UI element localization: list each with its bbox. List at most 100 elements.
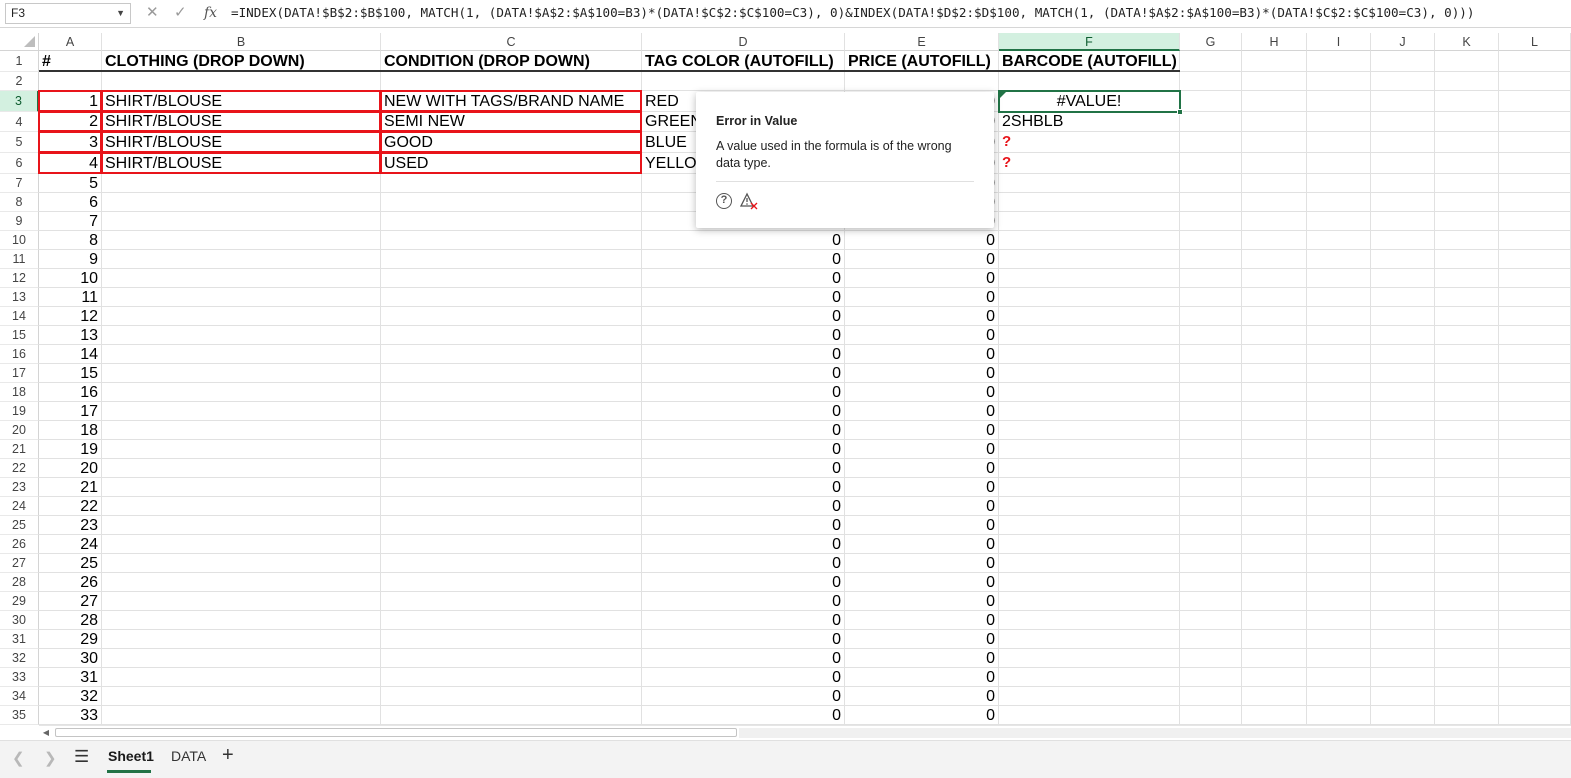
cell[interactable]	[1499, 231, 1571, 250]
price-cell[interactable]: 0	[845, 364, 999, 383]
cell[interactable]	[1435, 421, 1499, 440]
cell[interactable]	[1499, 212, 1571, 231]
cell[interactable]	[1435, 153, 1499, 174]
tag-color-cell[interactable]: 0	[642, 269, 845, 288]
cell[interactable]	[1371, 250, 1435, 269]
cell[interactable]	[102, 687, 381, 706]
cell[interactable]	[1499, 554, 1571, 573]
row-header[interactable]: 11	[0, 250, 39, 269]
cell[interactable]	[381, 497, 642, 516]
price-cell[interactable]: 0	[845, 630, 999, 649]
row-number-cell[interactable]: 22	[39, 497, 102, 516]
row-number-cell[interactable]: 28	[39, 611, 102, 630]
clothing-cell[interactable]: SHIRT/BLOUSE	[102, 91, 381, 112]
cell[interactable]	[381, 174, 642, 193]
cell[interactable]	[1371, 402, 1435, 421]
cell[interactable]	[1499, 535, 1571, 554]
clothing-cell[interactable]: SHIRT/BLOUSE	[102, 153, 381, 174]
cell[interactable]	[1371, 668, 1435, 687]
cell[interactable]	[1242, 326, 1307, 345]
cell[interactable]	[1242, 402, 1307, 421]
row-number-cell[interactable]: 24	[39, 535, 102, 554]
cell[interactable]	[1371, 72, 1435, 91]
cell[interactable]	[1180, 174, 1242, 193]
cell[interactable]	[1435, 440, 1499, 459]
cell[interactable]	[1435, 383, 1499, 402]
column-header-j[interactable]: J	[1371, 33, 1435, 51]
cell[interactable]	[1435, 630, 1499, 649]
row-header[interactable]: 26	[0, 535, 39, 554]
cell[interactable]	[1242, 611, 1307, 630]
price-cell[interactable]: 0	[845, 706, 999, 725]
close-icon[interactable]: ✕	[146, 3, 159, 23]
row-header[interactable]: 9	[0, 212, 39, 231]
cell[interactable]	[1307, 91, 1371, 112]
cell[interactable]	[1435, 193, 1499, 212]
cell[interactable]	[381, 345, 642, 364]
row-number-cell[interactable]: 23	[39, 516, 102, 535]
price-cell[interactable]: 0	[845, 326, 999, 345]
cell[interactable]	[102, 554, 381, 573]
warning-ignore-icon[interactable]	[739, 191, 760, 211]
cell[interactable]	[1242, 535, 1307, 554]
row-header[interactable]: 6	[0, 153, 39, 174]
cell[interactable]	[1242, 478, 1307, 497]
barcode-cell[interactable]: 2SHBLB	[999, 112, 1180, 132]
cell[interactable]	[1242, 459, 1307, 478]
cell[interactable]	[1371, 231, 1435, 250]
cell[interactable]	[102, 250, 381, 269]
cell[interactable]	[1242, 307, 1307, 326]
price-cell[interactable]: 0	[845, 288, 999, 307]
cell[interactable]	[1180, 51, 1242, 72]
row-number-cell[interactable]: 13	[39, 326, 102, 345]
row-header[interactable]: 19	[0, 402, 39, 421]
cell[interactable]	[1499, 288, 1571, 307]
cell[interactable]	[381, 687, 642, 706]
name-box[interactable]: F3 ▼	[5, 3, 131, 24]
row-number-cell[interactable]: 4	[39, 153, 102, 174]
cell[interactable]	[1307, 383, 1371, 402]
price-cell[interactable]: 0	[845, 573, 999, 592]
cell[interactable]	[102, 573, 381, 592]
row-header[interactable]: 28	[0, 573, 39, 592]
cell[interactable]	[1307, 478, 1371, 497]
row-number-cell[interactable]: 29	[39, 630, 102, 649]
cell[interactable]	[1499, 383, 1571, 402]
cell[interactable]	[1371, 269, 1435, 288]
cell[interactable]	[381, 459, 642, 478]
cell[interactable]	[1307, 516, 1371, 535]
column-header-i[interactable]: I	[1307, 33, 1371, 51]
cell[interactable]	[102, 383, 381, 402]
cell[interactable]	[1435, 326, 1499, 345]
cell[interactable]	[1499, 687, 1571, 706]
header-cell-f[interactable]: BARCODE (AUTOFILL)	[999, 51, 1180, 72]
barcode-cell[interactable]	[999, 611, 1180, 630]
cell[interactable]	[1307, 421, 1371, 440]
cell[interactable]	[102, 459, 381, 478]
tab-data[interactable]: DATA	[171, 748, 206, 764]
barcode-cell[interactable]	[999, 345, 1180, 364]
cell[interactable]	[1499, 668, 1571, 687]
header-cell-c[interactable]: CONDITION (DROP DOWN)	[381, 51, 642, 72]
cell[interactable]	[1180, 250, 1242, 269]
tag-color-cell[interactable]: 0	[642, 687, 845, 706]
row-header[interactable]: 4	[0, 112, 39, 132]
cell[interactable]	[1180, 440, 1242, 459]
cell[interactable]	[1242, 231, 1307, 250]
row-number-cell[interactable]: 21	[39, 478, 102, 497]
cell[interactable]	[1371, 383, 1435, 402]
cell[interactable]	[1180, 516, 1242, 535]
tag-color-cell[interactable]: 0	[642, 326, 845, 345]
fx-icon[interactable]: fx	[204, 3, 217, 23]
tag-color-cell[interactable]: 0	[642, 478, 845, 497]
cell[interactable]	[1435, 592, 1499, 611]
header-cell-b[interactable]: CLOTHING (DROP DOWN)	[102, 51, 381, 72]
barcode-cell[interactable]	[999, 212, 1180, 231]
cell[interactable]	[1242, 132, 1307, 153]
tag-color-cell[interactable]: 0	[642, 649, 845, 668]
cell[interactable]	[381, 231, 642, 250]
cell[interactable]	[102, 592, 381, 611]
cell[interactable]	[1435, 535, 1499, 554]
row-header[interactable]: 20	[0, 421, 39, 440]
tag-color-cell[interactable]: 0	[642, 402, 845, 421]
